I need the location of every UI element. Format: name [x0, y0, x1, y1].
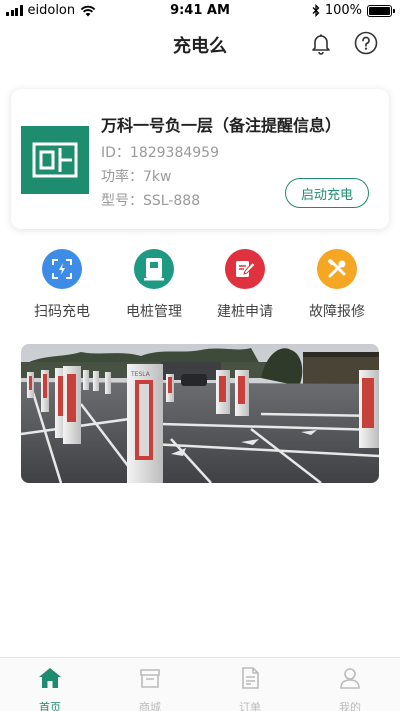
- action-scan-charge[interactable]: 扫码充电: [17, 249, 107, 321]
- tools-icon: [317, 249, 357, 289]
- start-charging-button[interactable]: 启动充电: [285, 178, 369, 208]
- tab-profile[interactable]: 我的: [320, 666, 380, 711]
- tab-label: 首页: [39, 701, 61, 711]
- station-power: 功率：7kw: [101, 169, 172, 185]
- promo-banner[interactable]: TESLA: [21, 344, 379, 483]
- battery-icon: [367, 4, 395, 17]
- battery-percent: 100%: [324, 3, 362, 18]
- status-right: 100%: [312, 3, 395, 18]
- station-title: 万科一号负一层（备注提醒信息）: [101, 116, 342, 135]
- action-label: 建桩申请: [217, 304, 273, 320]
- nav-bar: 充电么: [0, 22, 400, 66]
- tab-label: 订单: [239, 701, 261, 711]
- tab-label: 我的: [339, 701, 361, 711]
- tab-label: 商城: [139, 701, 161, 711]
- profile-icon: [340, 668, 360, 689]
- charging-station-photo: TESLA: [21, 344, 379, 483]
- tab-store[interactable]: 商城: [120, 666, 180, 711]
- page-title: 充电么: [173, 36, 227, 57]
- bell-icon[interactable]: [309, 31, 333, 55]
- station-logo: [21, 126, 89, 194]
- action-label: 电桩管理: [126, 304, 182, 320]
- order-icon: [242, 667, 259, 689]
- station-id: ID：1829384959: [101, 145, 219, 161]
- action-build-apply[interactable]: 建桩申请: [200, 249, 290, 321]
- tab-home[interactable]: 首页: [20, 666, 80, 711]
- charger-icon: [134, 249, 174, 289]
- home-icon: [39, 668, 61, 688]
- bluetooth-icon: [312, 4, 320, 17]
- charger-brand-label: TESLA: [130, 371, 151, 378]
- store-icon: [140, 669, 160, 688]
- action-fault-report[interactable]: 故障报修: [292, 249, 382, 321]
- tab-bar: 首页 商城 订单 我的: [0, 657, 400, 711]
- quick-actions: 扫码充电 电桩管理 建桩申请 故障报修: [0, 249, 400, 329]
- charger-logo-icon: [32, 142, 78, 178]
- battery-level: [369, 6, 390, 15]
- status-bar: eidolon 9:41 AM 100%: [0, 0, 400, 22]
- action-charger-manage[interactable]: 电桩管理: [109, 249, 199, 321]
- tab-orders[interactable]: 订单: [220, 666, 280, 711]
- action-label: 故障报修: [309, 304, 365, 320]
- scan-icon: [42, 249, 82, 289]
- help-icon[interactable]: [354, 31, 378, 55]
- station-model: 型号：SSL-888: [101, 193, 201, 209]
- station-card[interactable]: 万科一号负一层（备注提醒信息） ID：1829384959 功率：7kw 型号：…: [11, 89, 389, 229]
- edit-icon: [225, 249, 265, 289]
- action-label: 扫码充电: [34, 304, 90, 320]
